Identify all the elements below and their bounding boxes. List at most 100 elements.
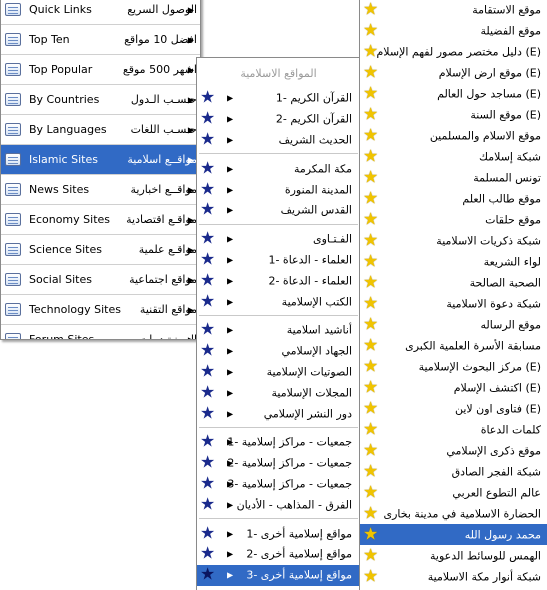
site-link-label: موقع ذكرى الإسلامي — [446, 444, 541, 457]
menu-item-news-sites[interactable]: News Sites مواقــع اخبارية ▶ — [1, 175, 200, 204]
submenu-item[interactable]: ★ ▶ الفـتـاوى — [197, 229, 360, 250]
site-link-item[interactable]: ★ شبكة أنوار مكة الاسلامية — [360, 566, 547, 587]
site-link-item[interactable]: ★ موقع ذكرى الإسلامي — [360, 440, 547, 461]
site-link-item[interactable]: ★ شبكة إسلامك — [360, 146, 547, 167]
submenu-item-label: القرآن الكريم -1 — [275, 91, 352, 105]
submenu-arrow-icon: ▶ — [187, 275, 194, 284]
blue-star-icon: ★ — [200, 249, 216, 270]
gold-star-icon: ★ — [363, 251, 379, 271]
submenu-item-label: مواقع إسلامية أخرى -2 — [246, 547, 352, 561]
site-link-item[interactable]: ★ مسابقة الأسرة العلمية الكبرى — [360, 335, 547, 356]
menu-item-quick-links[interactable]: Quick Links الوصول السريع ▶ — [1, 0, 200, 24]
site-link-item[interactable]: ★ موقع الفضيلة — [360, 20, 547, 41]
site-link-item[interactable]: ★ الصحبة الصالحة — [360, 272, 547, 293]
submenu-arrow-icon: ▶ — [227, 114, 234, 124]
menu-item-by-countries[interactable]: By Countries حـسـب الـدول ▶ — [1, 85, 200, 114]
submenu-item-label: الفرق - المذاهب - الأديان — [236, 498, 352, 512]
submenu-item[interactable]: ★ ▶ الصوتيات الإسلامية — [197, 362, 360, 383]
site-link-item[interactable]: ★ (E) موقع ارض الإسلام — [360, 62, 547, 83]
menu-item-by-languages[interactable]: By Languages حـسـب اللغات ▶ — [1, 115, 200, 144]
submenu-item[interactable]: ★ ▶ العلماء - الدعاة -1 — [197, 250, 360, 271]
site-link-item[interactable]: ★ موقع الاستقامة — [360, 0, 547, 20]
site-link-item[interactable]: ★ (E) مساجد حول العالم — [360, 83, 547, 104]
submenu-item[interactable]: ★ ▶ الجهاد الإسلامي — [197, 341, 360, 362]
submenu-title: المواقع الاسلامية — [240, 66, 317, 80]
gold-star-icon: ★ — [363, 272, 379, 292]
site-link-item[interactable]: ★ موقع طالب العلم — [360, 188, 547, 209]
submenu-item[interactable]: ★ ▶ مواقع إسلامية أخرى -2 — [197, 544, 360, 565]
menu-item-top-popular[interactable]: Top Popular اشهر 500 موقع ▶ — [1, 55, 200, 84]
site-link-item[interactable]: ★ (E) فتاوى اون لاين — [360, 398, 547, 419]
menu-item-technology-sites[interactable]: Technology Sites مواقع التقنية ▶ — [1, 295, 200, 324]
submenu-arrow-icon: ▶ — [227, 529, 234, 539]
window-icon — [5, 123, 21, 136]
site-link-item[interactable]: ★ كلمات الدعاة — [360, 419, 547, 440]
submenu-item[interactable]: ★ ▶ مواقع إسلامية أخرى -3 — [197, 564, 360, 586]
submenu-item[interactable]: ★ ▶ القرآن الكريم -1 — [197, 88, 360, 109]
list-icon — [5, 3, 21, 16]
menu-item-science-sites[interactable]: Science Sites مواقـع علمية ▶ — [1, 235, 200, 264]
submenu-item[interactable]: ★ ▶ دور النشر الإسلامي — [197, 403, 360, 424]
submenu-item[interactable]: ★ ▶ أناشيد اسلامية — [197, 320, 360, 341]
submenu-item[interactable]: ★ ▶ الفرق - المذاهب - الأديان — [197, 494, 360, 515]
menu-item-arabic-label: الوصول السريع — [127, 3, 197, 16]
menu-item-economy-sites[interactable]: Economy Sites مواقـع اقتصادية ▶ — [1, 205, 200, 234]
submenu-item[interactable]: ★ ▶ الحديث الشريف — [197, 130, 360, 151]
site-link-label: عالم التطوع العربي — [452, 486, 541, 499]
submenu-item-label: العلماء - الدعاة -2 — [268, 274, 352, 288]
submenu-item[interactable]: ★ ▶ القرآن الكريم -2 — [197, 109, 360, 130]
site-link-label: الصحبة الصالحة — [469, 276, 541, 289]
site-link-item[interactable]: ★ محمد رسول الله — [360, 524, 547, 545]
submenu-arrow-icon: ▶ — [187, 125, 194, 134]
submenu-item[interactable]: ★ ▶ جمعيات - مراكز إسلامية -3 — [197, 474, 360, 495]
site-link-item[interactable]: ★ الحضارة الاسلامية في مدينة بخارى — [360, 503, 547, 524]
submenu-item[interactable]: ★ ▶ جمعيات - مراكز إسلامية -2 — [197, 453, 360, 474]
submenu-arrow-icon: ▶ — [227, 549, 234, 559]
site-link-item[interactable]: ★ (E) دليل مختصر مصور لفهم الإسلام — [360, 41, 547, 62]
site-link-item[interactable]: ★ تونس المسلمة — [360, 167, 547, 188]
site-link-item[interactable]: ★ الهمس للوسائط الدعوية — [360, 545, 547, 566]
site-link-item[interactable]: ★ موقع الرساله — [360, 314, 547, 335]
menu-item-arabic-label: حـسـب الـدول — [130, 93, 197, 106]
site-link-label: مسابقة الأسرة العلمية الكبرى — [405, 339, 541, 352]
gold-star-icon: ★ — [363, 209, 379, 229]
blue-star-icon: ★ — [200, 340, 216, 361]
gold-star-icon: ★ — [363, 524, 379, 544]
submenu-item[interactable]: ★ ▶ مواقع إسلامية أخرى -1 — [197, 523, 360, 544]
site-link-label: لواء الشريعة — [483, 255, 541, 268]
submenu-arrow-icon: ▶ — [227, 93, 234, 103]
submenu-arrow-icon: ▶ — [227, 367, 234, 377]
site-link-item[interactable]: ★ (E) مركز البحوث الإسلامية — [360, 356, 547, 377]
site-link-item[interactable]: ★ لواء الشريعة — [360, 251, 547, 272]
submenu-item[interactable]: ★ ▶ المجلات الإسلامية — [197, 382, 360, 403]
submenu-item[interactable]: ★ ▶ جمعيات - مراكز إسلامية -1 — [197, 432, 360, 453]
submenu-arrow-icon: ▶ — [187, 35, 194, 44]
menu-item-forum-sites[interactable]: Forum Sites الـمـنـتـديـات ▶ — [1, 325, 200, 339]
site-link-item[interactable]: ★ موقع حلقات — [360, 209, 547, 230]
menu-item-islamic-sites[interactable]: Islamic Sites مواقــع اسلامية ▶ — [1, 145, 200, 174]
submenu-item[interactable]: ★ ▶ الكتب الإسلامية — [197, 291, 360, 312]
site-link-item[interactable]: ★ موقع الاسلام والمسلمين — [360, 125, 547, 146]
submenu-item[interactable]: ★ ▶ مكة المكرمة — [197, 158, 360, 179]
submenu-item[interactable]: ★ ▶ القدس الشريف — [197, 200, 360, 221]
site-link-item[interactable]: ★ (E) موقع السنة — [360, 104, 547, 125]
site-link-item[interactable]: ★ شبكة الفجر الصادق — [360, 461, 547, 482]
menu-item-top-ten[interactable]: Top Ten افضل 10 مواقع ▶ — [1, 25, 200, 54]
blue-star-icon: ★ — [200, 361, 216, 382]
blue-star-icon: ★ — [200, 494, 216, 515]
site-link-item[interactable]: ★ شبكة دعوة الاسلامية — [360, 293, 547, 314]
site-link-item[interactable]: ★ شبكة ذكريات الاسلامية — [360, 230, 547, 251]
submenu-arrow-icon: ▶ — [227, 409, 234, 419]
site-link-label: شبكة إسلامك — [478, 150, 541, 163]
site-link-item[interactable]: ★ عالم التطوع العربي — [360, 482, 547, 503]
site-link-item[interactable]: ★ (E) اكتشف الإسلام — [360, 377, 547, 398]
menu-item-label: Economy Sites — [29, 213, 111, 226]
submenu-arrow-icon: ▶ — [227, 276, 234, 286]
menu-item-social-sites[interactable]: Social Sites مواقع اجتماعية ▶ — [1, 265, 200, 294]
submenu-item[interactable]: ★ ▶ العلماء - الدعاة -2 — [197, 270, 360, 291]
gold-star-icon: ★ — [363, 125, 379, 145]
submenu-item[interactable]: ★ ▶ المدينة المنورة — [197, 179, 360, 200]
gold-star-icon: ★ — [363, 0, 379, 19]
gold-star-icon: ★ — [363, 419, 379, 439]
site-link-label: تونس المسلمة — [473, 171, 541, 184]
